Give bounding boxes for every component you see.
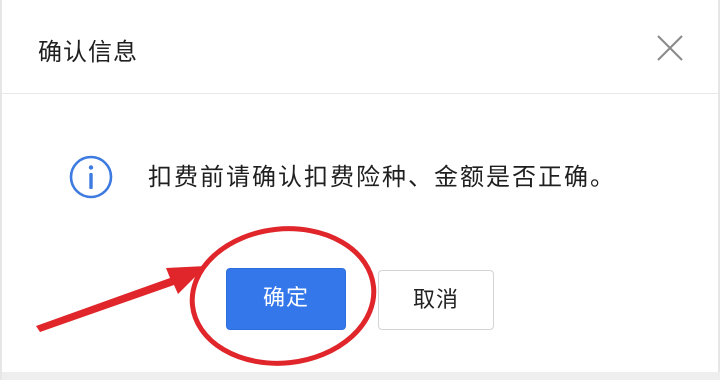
close-icon [657,35,683,61]
dialog-header: 确认信息 [2,0,718,94]
dialog-title: 确认信息 [38,38,138,66]
arrow-icon [36,266,206,332]
dialog: 确认信息 扣费前请确认扣费险种、金额是否正确。 确定 取消 [0,0,720,380]
window-bottom-edge [2,372,720,380]
close-button[interactable] [652,30,688,66]
message-row: 扣费前请确认扣费险种、金额是否正确。 [68,152,616,202]
cancel-button[interactable]: 取消 [378,270,494,330]
confirm-button[interactable]: 确定 [226,268,346,330]
info-icon [69,155,113,199]
dialog-message: 扣费前请确认扣费险种、金额是否正确。 [148,163,616,191]
